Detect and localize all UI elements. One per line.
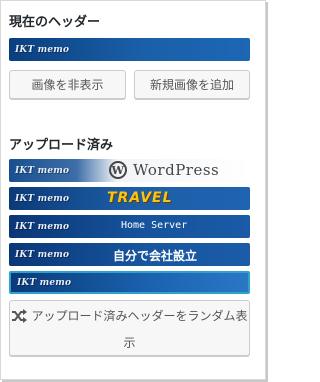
uploaded-header-wordpress[interactable]: IKT memo W WordPress — [9, 159, 250, 182]
random-header-button[interactable]: アップロード済みヘッダーをランダム表示 — [9, 300, 250, 356]
wordpress-badge: W — [109, 161, 127, 179]
header-site-name: IKT memo — [17, 277, 72, 288]
uploaded-header-selected[interactable]: IKT memo — [9, 271, 250, 294]
current-header-title: 現在のヘッダー — [9, 15, 101, 30]
travel-logo: TRAVEL — [107, 190, 173, 206]
uploaded-header-travel[interactable]: IKT memo TRAVEL — [9, 187, 250, 210]
header-site-name: IKT memo — [15, 249, 70, 260]
random-header-label: アップロード済みヘッダーをランダム表示 — [31, 309, 248, 350]
home-server-logo: Home Server — [121, 220, 188, 231]
header-site-name: IKT memo — [15, 44, 70, 55]
header-site-name: IKT memo — [15, 165, 70, 176]
uploaded-header-home-server[interactable]: IKT memo Home Server — [9, 215, 250, 238]
wordpress-logo: W WordPress — [109, 161, 219, 179]
hide-image-button[interactable]: 画像を非表示 — [9, 70, 126, 99]
header-settings-panel: 現在のヘッダー IKT memo 画像を非表示 新規画像を追加 アップロード済み… — [0, 0, 266, 380]
shuffle-icon — [11, 307, 28, 331]
company-logo: 自分で会社設立 — [113, 249, 198, 263]
header-site-name: IKT memo — [15, 193, 70, 204]
header-site-name: IKT memo — [15, 221, 70, 232]
current-header-image: IKT memo — [9, 38, 250, 61]
wordpress-logo-text: WordPress — [133, 161, 220, 179]
uploaded-title: アップロード済み — [9, 138, 114, 153]
add-new-image-button[interactable]: 新規画像を追加 — [134, 70, 250, 99]
uploaded-header-company[interactable]: IKT memo 自分で会社設立 — [9, 243, 250, 266]
